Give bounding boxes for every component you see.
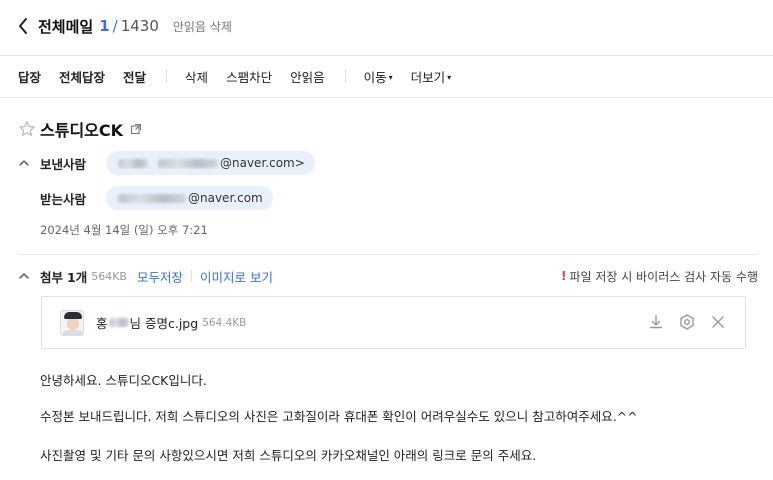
toolbar-divider: [166, 69, 168, 83]
attachment-count: 1개: [67, 269, 88, 285]
virus-scan-text: 파일 저장 시 바이러스 검사 자동 수행: [569, 269, 759, 284]
mail-header: 전체메일 1 / 1430 안읽음 삭제: [0, 0, 773, 52]
virus-scan-notice: ! 파일 저장 시 바이러스 검사 자동 수행: [561, 268, 758, 285]
chevron-up-icon[interactable]: [18, 157, 30, 169]
mail-toolbar: 답장 전체답장 전달 삭제 스팸차단 안읽음 이동 ▾ 더보기 ▾: [0, 56, 773, 96]
attachment-actions: [634, 313, 727, 331]
attachment-header: 첨부 1개 564KB 모두저장 이미지로 보기 ! 파일 저장 시 바이러스 …: [18, 266, 758, 286]
image-thumbnail[interactable]: [60, 309, 84, 336]
mail-subject: 스튜디오CK: [40, 121, 124, 140]
star-outline-icon[interactable]: [18, 120, 36, 138]
more-label: 더보기: [410, 69, 446, 85]
receiver-row: 받는사람 @naver.com: [40, 186, 273, 210]
back-icon[interactable]: [18, 16, 32, 36]
file-name-prefix: 홍: [96, 316, 108, 331]
receiver-label: 받는사람: [40, 191, 87, 207]
view-as-image-button[interactable]: 이미지로 보기: [200, 267, 273, 286]
close-icon[interactable]: [709, 313, 727, 331]
body-line: 사진촬영 및 기타 문의 사항있으시면 저희 스튜디오의 카카오채널인 아래의 …: [40, 448, 537, 463]
attachment-file-name[interactable]: 홍 님 증명c.jpg 564.4KB: [96, 313, 246, 332]
reply-button[interactable]: 답장: [18, 67, 41, 86]
unread-delete-button[interactable]: 안읽음 삭제: [173, 18, 232, 35]
mail-date: 2024년 4월 14일 (일) 오후 7:21: [40, 223, 208, 237]
move-label: 이동: [363, 69, 387, 85]
receiver-address-domain: @naver.com: [188, 191, 263, 205]
delete-button[interactable]: 삭제: [185, 67, 208, 86]
more-dropdown[interactable]: 더보기 ▾: [411, 67, 452, 86]
move-caret-icon: ▾: [388, 72, 393, 82]
move-dropdown[interactable]: 이동 ▾: [364, 67, 393, 86]
toolbar-divider: [344, 69, 346, 83]
chevron-up-icon[interactable]: [18, 270, 30, 282]
receiver-address-chip[interactable]: @naver.com: [106, 186, 273, 210]
shield-scan-icon[interactable]: [678, 313, 696, 331]
file-name-suffix: 님 증명c.jpg: [129, 316, 199, 331]
redacted-name: [118, 158, 148, 168]
download-icon[interactable]: [647, 313, 665, 331]
sender-label: 보낸사람: [40, 156, 87, 172]
block-spam-button[interactable]: 스팸차단: [226, 67, 272, 86]
reply-all-button[interactable]: 전체답장: [59, 67, 105, 86]
current-index: 1: [99, 17, 110, 35]
forward-button[interactable]: 전달: [123, 67, 146, 86]
attachment-item[interactable]: 홍 님 증명c.jpg 564.4KB: [41, 296, 746, 349]
body-line: 안녕하세요. 스튜디오CK입니다.: [40, 373, 207, 388]
sender-address-chip[interactable]: @naver.com>: [106, 151, 315, 175]
index-separator: /: [112, 17, 118, 35]
redacted-name: [108, 318, 129, 327]
mark-unread-button[interactable]: 안읽음: [290, 67, 325, 86]
attachment-total-size: 564KB: [91, 269, 127, 283]
folder-title[interactable]: 전체메일: [38, 16, 93, 37]
save-all-button[interactable]: 모두저장: [137, 267, 183, 286]
sender-address-domain: @naver.com>: [220, 156, 305, 170]
meta-divider: [18, 254, 758, 255]
redacted-email: [118, 193, 186, 203]
toolbar-divider-line: [0, 97, 773, 98]
total-count: 1430: [120, 17, 159, 35]
external-window-icon[interactable]: [130, 123, 142, 135]
attachment-label: 첨부: [40, 269, 64, 285]
subject-row: 스튜디오CK: [18, 117, 142, 141]
redacted-email: [158, 158, 218, 168]
body-line: 수정본 보내드립니다. 저희 스튜디오의 사진은 고화질이라 휴대폰 확인이 어…: [40, 409, 638, 424]
more-caret-icon: ▾: [447, 72, 452, 82]
attachment-file-size: 564.4KB: [202, 316, 247, 329]
warning-icon: !: [561, 269, 567, 283]
attachment-link-divider: [191, 270, 192, 282]
sender-row: 보낸사람 @naver.com>: [18, 151, 315, 175]
